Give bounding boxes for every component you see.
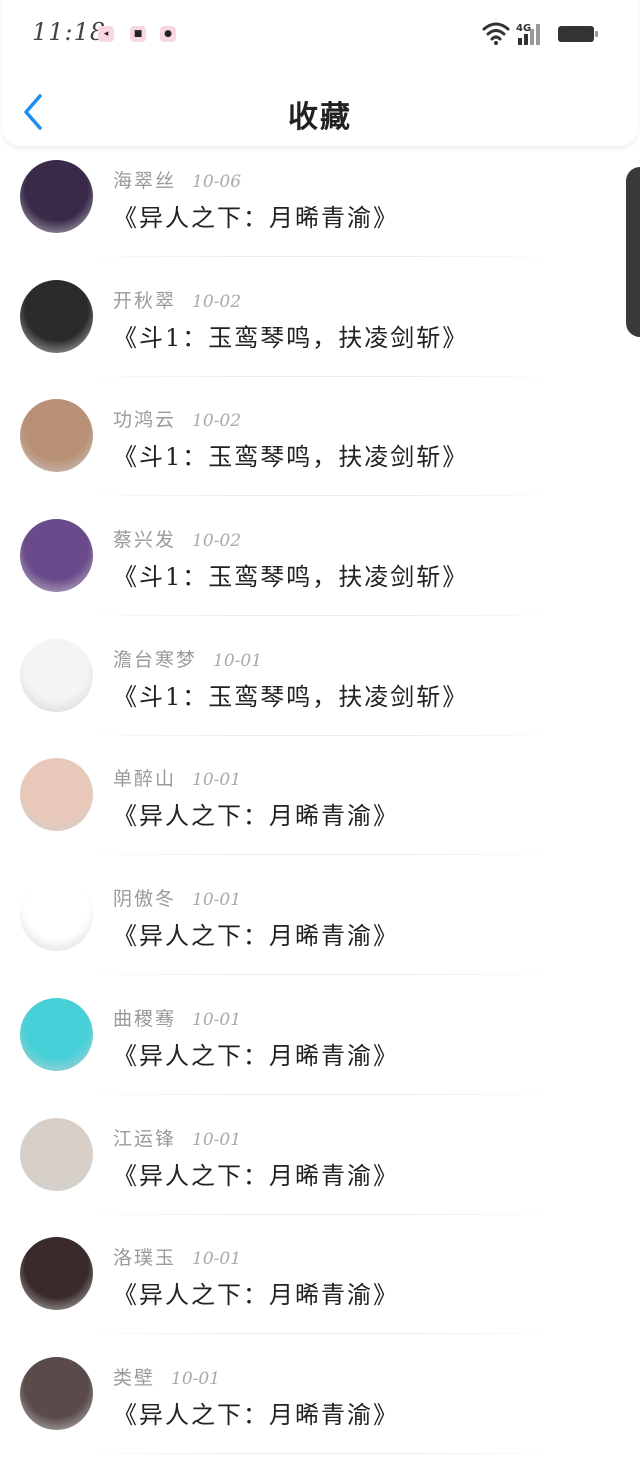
- avatar[interactable]: [20, 1117, 93, 1191]
- item-title[interactable]: 《异人之下：月晞青渝》: [113, 796, 399, 831]
- item-date: 10-01: [171, 1368, 221, 1389]
- item-meta: 开秋翠 10-02: [113, 286, 241, 313]
- item-title[interactable]: 《斗1：玉鸾琴鸣，扶凌剑斩》: [113, 557, 468, 592]
- divider: [95, 256, 545, 257]
- author-name: 曲稷骞: [113, 1007, 177, 1030]
- item-meta: 阴傲冬 10-01: [113, 884, 241, 911]
- wifi-dot-icon: [494, 41, 498, 45]
- divider: [95, 734, 545, 736]
- item-meta: 单醉山 10-01: [113, 764, 241, 791]
- divider: [95, 1452, 545, 1454]
- item-meta: 洛璞玉 10-01: [113, 1243, 241, 1270]
- author-name: 类壁: [113, 1366, 156, 1389]
- page-title: 收藏: [288, 100, 352, 135]
- favorites-list: 海翠丝 10-06 《异人之下：月晞青渝》 开秋翠 10-02 《斗1：玉鸾琴鸣，扶凌剑斩…: [0, 150, 640, 1467]
- notification-app-1-icon: ◂: [98, 26, 114, 42]
- status-icons-svg: 4G: [482, 22, 598, 45]
- divider: [95, 974, 545, 976]
- divider: [95, 1093, 545, 1095]
- author-name: 阴傲冬: [113, 888, 177, 911]
- avatar[interactable]: [20, 1356, 93, 1430]
- status-time: 11:18: [32, 18, 107, 46]
- item-title[interactable]: 《异人之下：月晞青渝》: [113, 1156, 399, 1191]
- author-name: 功鸿云: [113, 409, 177, 432]
- author-name: 蔡兴发: [113, 529, 177, 552]
- divider: [95, 495, 545, 497]
- author-name: 单醉山: [113, 768, 177, 791]
- status-bar: 11:18 ◂ ■ ● 4G: [0, 0, 640, 68]
- author-name: 开秋翠: [113, 289, 177, 312]
- item-title[interactable]: 《异人之下：月晞青渝》: [113, 1036, 399, 1071]
- list-item[interactable]: 澹台寒梦 10-01 《斗1：玉鸾琴鸣，扶凌剑斩》: [0, 629, 640, 749]
- list-item[interactable]: 开秋翠 10-02 《斗1：玉鸾琴鸣，扶凌剑斩》: [0, 270, 640, 390]
- status-icons: 4G: [482, 20, 606, 46]
- avatar[interactable]: [20, 997, 93, 1071]
- author-name: 澹台寒梦: [113, 648, 198, 671]
- author-name: 洛璞玉: [113, 1247, 177, 1270]
- list-item[interactable]: 阴傲冬 10-01 《异人之下：月晞青渝》: [0, 868, 640, 988]
- item-meta: 江运锋 10-01: [113, 1124, 241, 1151]
- item-date: 10-02: [192, 411, 242, 432]
- item-date: 10-01: [192, 770, 242, 791]
- avatar[interactable]: [20, 1237, 93, 1311]
- item-date: 10-01: [213, 650, 263, 671]
- item-meta: 功鸿云 10-02: [113, 405, 241, 432]
- item-title[interactable]: 《斗1：玉鸾琴鸣，扶凌剑斩》: [113, 677, 468, 712]
- item-date: 10-02: [192, 531, 242, 552]
- avatar[interactable]: [20, 878, 93, 952]
- item-title[interactable]: 《异人之下：月晞青渝》: [113, 916, 399, 951]
- avatar[interactable]: [20, 519, 93, 593]
- avatar[interactable]: [20, 160, 93, 233]
- item-title[interactable]: 《异人之下：月晞青渝》: [113, 198, 399, 233]
- author-name: 海翠丝: [113, 170, 177, 192]
- avatar[interactable]: [20, 638, 93, 712]
- item-date: 10-06: [192, 172, 242, 192]
- wifi-icon: [482, 22, 510, 41]
- list-item[interactable]: 类壁 10-01 《异人之下：月晞青渝》: [0, 1347, 640, 1467]
- author-name: 江运锋: [113, 1127, 177, 1150]
- network-type-label: 4G: [516, 23, 531, 34]
- item-meta: 澹台寒梦 10-01: [113, 645, 262, 672]
- item-date: 10-01: [192, 890, 242, 911]
- item-title[interactable]: 《异人之下：月晞青渝》: [113, 1395, 399, 1430]
- battery-icon: [558, 26, 598, 42]
- item-title[interactable]: 《斗1：玉鸾琴鸣，扶凌剑斩》: [113, 318, 468, 353]
- item-meta: 类壁 10-01: [113, 1363, 220, 1390]
- notification-app-2-icon: ■: [130, 26, 146, 42]
- divider: [95, 854, 545, 856]
- notification-app-3-icon: ●: [160, 26, 176, 42]
- item-meta: 曲稷骞 10-01: [113, 1004, 241, 1031]
- list-item[interactable]: 单醉山 10-01 《异人之下：月晞青渝》: [0, 748, 640, 868]
- divider: [95, 375, 545, 377]
- divider: [95, 615, 545, 617]
- avatar[interactable]: [20, 758, 93, 832]
- item-date: 10-02: [192, 291, 242, 312]
- item-meta: 海翠丝 10-06: [113, 166, 241, 193]
- item-date: 10-01: [192, 1249, 242, 1270]
- item-date: 10-01: [192, 1129, 242, 1150]
- item-title[interactable]: 《异人之下：月晞青渝》: [113, 1275, 399, 1310]
- list-item[interactable]: 蔡兴发 10-02 《斗1：玉鸾琴鸣，扶凌剑斩》: [0, 509, 640, 629]
- item-date: 10-01: [192, 1009, 242, 1030]
- list-item[interactable]: 功鸿云 10-02 《斗1：玉鸾琴鸣，扶凌剑斩》: [0, 389, 640, 509]
- list-item[interactable]: 海翠丝 10-06 《异人之下：月晞青渝》: [0, 150, 640, 270]
- avatar[interactable]: [20, 279, 93, 353]
- avatar[interactable]: [20, 399, 93, 473]
- divider: [95, 1333, 545, 1335]
- divider: [95, 1213, 545, 1215]
- item-meta: 蔡兴发 10-02: [113, 525, 241, 552]
- list-item[interactable]: 洛璞玉 10-01 《异人之下：月晞青渝》: [0, 1227, 640, 1347]
- item-title[interactable]: 《斗1：玉鸾琴鸣，扶凌剑斩》: [113, 437, 468, 472]
- list-item[interactable]: 曲稷骞 10-01 《异人之下：月晞青渝》: [0, 988, 640, 1108]
- list-item[interactable]: 江运锋 10-01 《异人之下：月晞青渝》: [0, 1108, 640, 1228]
